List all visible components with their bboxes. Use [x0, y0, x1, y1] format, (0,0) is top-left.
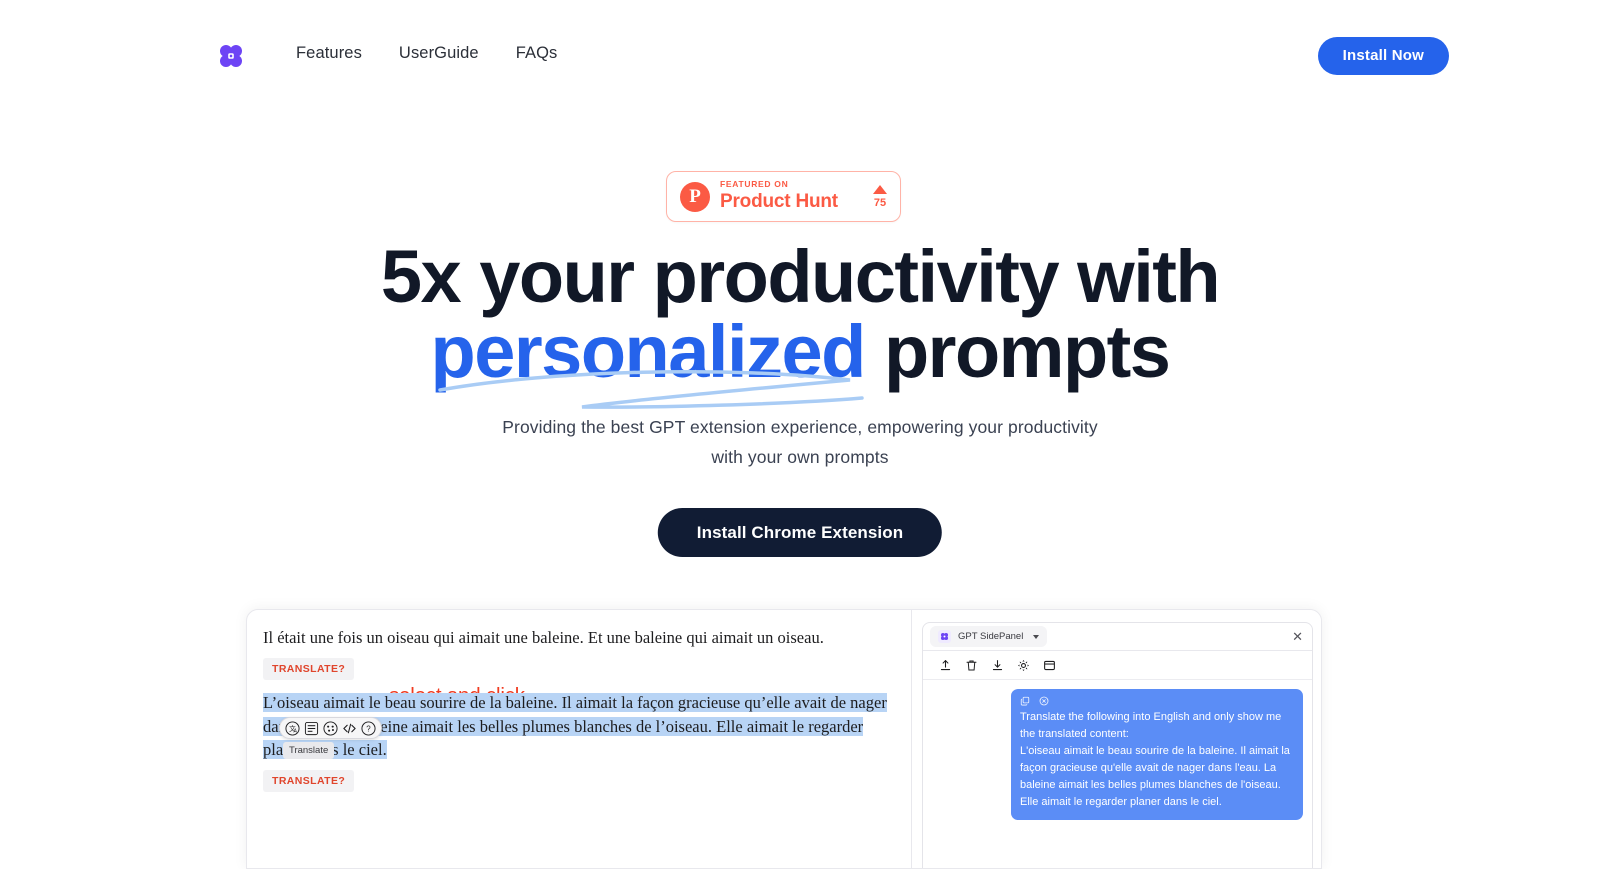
hero-title-highlight: personalized [430, 309, 867, 393]
window-icon[interactable] [1043, 659, 1056, 672]
download-icon[interactable] [991, 659, 1004, 672]
hero-subtitle-line1: Providing the best GPT extension experie… [502, 417, 1098, 437]
prompt-message-bubble: Translate the following into English and… [1011, 689, 1303, 820]
hero-title-line1: 5x your productivity with [380, 235, 1221, 318]
code-icon[interactable] [342, 721, 357, 736]
gpt-sidepanel: GPT SidePanel ✕ Translate the following … [922, 622, 1313, 868]
close-icon[interactable]: ✕ [1292, 630, 1303, 643]
sidepanel-toolbar [923, 651, 1312, 680]
page-title: 5x your productivity with personalized p… [0, 239, 1600, 389]
palette-icon[interactable] [323, 721, 338, 736]
translate-icon[interactable]: 文 A [285, 721, 300, 736]
demo-article-pane: Il était une fois un oiseau qui aimait u… [247, 610, 912, 868]
trash-icon[interactable] [965, 659, 978, 672]
demo-sidepanel-pane: GPT SidePanel ✕ Translate the following … [912, 610, 1321, 868]
logo[interactable] [217, 42, 245, 70]
sidepanel-logo-icon [938, 630, 951, 643]
product-hunt-logo-icon: P [680, 181, 710, 212]
sidepanel-tabbar: GPT SidePanel ✕ [923, 623, 1312, 651]
sidepanel-tab[interactable]: GPT SidePanel [930, 626, 1048, 647]
atom-flower-logo-icon [220, 45, 242, 67]
bubble-instruction: Translate the following into English and… [1020, 711, 1282, 740]
upvote-count: 75 [873, 196, 887, 209]
upload-icon[interactable] [939, 659, 952, 672]
help-icon[interactable]: ? [361, 721, 376, 736]
install-chrome-extension-button[interactable]: Install Chrome Extension [657, 508, 943, 557]
demo-preview-panel: Il était une fois un oiseau qui aimait u… [246, 609, 1322, 869]
nav-item-faqs[interactable]: FAQs [516, 44, 558, 63]
hero-subtitle-line2: with your own prompts [711, 447, 889, 467]
hero-title-line2-tail: prompts [864, 309, 1171, 393]
nav-item-userguide[interactable]: UserGuide [399, 44, 479, 63]
featured-on-label: FEATURED ON [720, 179, 789, 190]
hero-subtitle: Providing the best GPT extension experie… [0, 412, 1600, 472]
chevron-down-icon[interactable] [1033, 634, 1040, 639]
summarize-icon[interactable] [304, 721, 319, 736]
svg-text:?: ? [366, 724, 371, 733]
install-now-button[interactable]: Install Now [1317, 37, 1449, 75]
product-hunt-text: FEATURED ON Product Hunt [720, 180, 869, 212]
translate-badge-top[interactable]: TRANSLATE? [263, 658, 355, 681]
article-paragraph-1: Il était une fois un oiseau qui aimait u… [263, 628, 824, 647]
selected-paragraph-block: L’oiseau aimait le beau sourire de la ba… [263, 691, 889, 761]
translate-badge-bottom[interactable]: TRANSLATE? [263, 770, 355, 792]
main-nav: Features UserGuide FAQs [296, 44, 557, 63]
upvote-arrow-icon [873, 184, 887, 194]
translate-tooltip: Translate [283, 742, 335, 760]
close-circle-icon[interactable] [1039, 696, 1049, 706]
bubble-source-text: L'oiseau aimait le beau sourire de la ba… [1020, 744, 1290, 808]
svg-text:A: A [293, 728, 297, 734]
product-hunt-name: Product Hunt [720, 190, 838, 212]
product-hunt-badge[interactable]: P FEATURED ON Product Hunt 75 [666, 171, 901, 222]
site-header: Features UserGuide FAQs Install Now [0, 0, 1600, 112]
gear-icon[interactable] [1017, 659, 1030, 672]
nav-item-features[interactable]: Features [296, 44, 362, 63]
bubble-actions [1020, 696, 1294, 706]
copy-icon[interactable] [1020, 696, 1030, 706]
upvote-group[interactable]: 75 [869, 184, 887, 209]
selection-floating-toolbar[interactable]: 文 A ? [279, 717, 382, 740]
sidepanel-tab-label: GPT SidePanel [958, 631, 1024, 642]
sidepanel-conversation: Translate the following into English and… [923, 680, 1312, 820]
